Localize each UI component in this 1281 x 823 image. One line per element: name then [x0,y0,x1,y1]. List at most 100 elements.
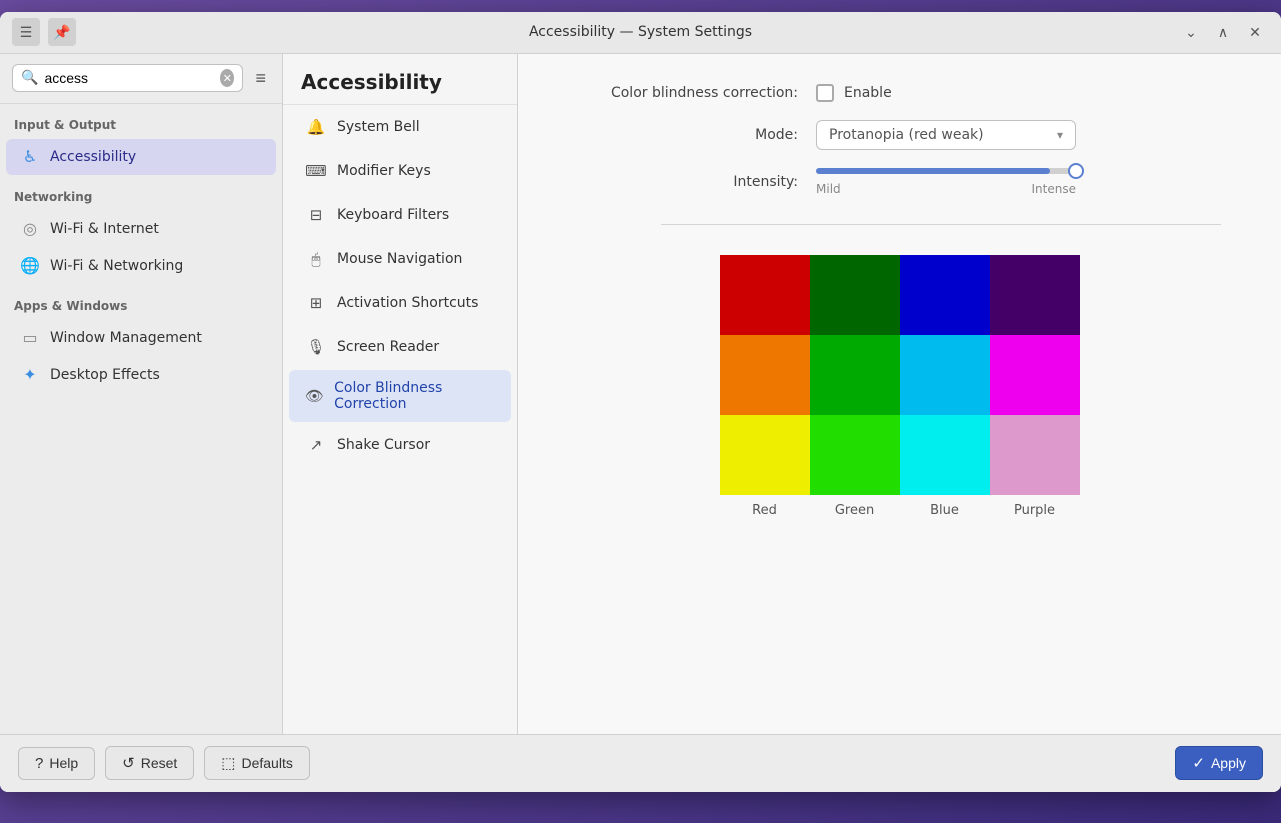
color-cell-red-light [720,415,810,495]
minimize-button[interactable]: ⌄ [1177,18,1205,46]
titlebar: ☰ 📌 Accessibility — System Settings ⌄ ∧ … [0,12,1281,54]
intensity-row: Intensity: Mild Intense [578,168,1221,196]
mid-item-label-shake-cursor: Shake Cursor [337,437,430,453]
color-label-row: Red Green Blue Purple [720,503,1080,518]
modifier-keys-icon: ⌨ [305,160,327,182]
left-panel: 🔍 ✕ ≡ Input & Output ♿ Accessibility Net… [0,54,283,734]
sidebar-item-accessibility[interactable]: ♿ Accessibility [6,139,276,175]
desktop-effects-icon: ✦ [20,365,40,385]
sidebar-item-label-wifi-internet: Wi-Fi & Internet [50,221,159,237]
enable-text: Enable [844,85,892,101]
color-label-purple: Purple [990,503,1080,518]
color-blindness-row: Color blindness correction: Enable [578,84,1221,102]
mild-label: Mild [816,182,841,196]
section-header-input-output: Input & Output [0,104,282,138]
section-header-networking: Networking [0,176,282,210]
color-cell-blue-light [900,415,990,495]
hamburger-menu-button[interactable]: ≡ [251,64,270,93]
system-bell-icon: 🔔 [305,116,327,138]
mode-label: Mode: [578,127,798,143]
search-icon: 🔍 [21,70,38,86]
intensity-label: Intensity: [578,174,798,190]
sidebar-item-desktop-effects[interactable]: ✦ Desktop Effects [6,357,276,393]
mid-item-system-bell[interactable]: 🔔 System Bell [289,106,511,148]
mid-item-mouse-navigation[interactable]: 🖱 Mouse Navigation [289,238,511,280]
sidebar-item-wifi-internet[interactable]: ◎ Wi-Fi & Internet [6,211,276,247]
help-icon: ? [35,755,43,772]
mid-item-shake-cursor[interactable]: ↗ Shake Cursor [289,424,511,466]
enable-checkbox[interactable] [816,84,834,102]
color-cell-green-dark [810,255,900,335]
clear-search-button[interactable]: ✕ [220,69,234,87]
bottom-bar: ? Help ↺ Reset ⬚ Defaults ✓ Apply [0,734,1281,792]
search-input[interactable] [44,70,214,86]
app-menu-button[interactable]: ☰ [12,18,40,46]
reset-button[interactable]: ↺ Reset [105,746,194,780]
section-header-apps-windows: Apps & Windows [0,285,282,319]
left-section-apps-windows: Apps & Windows ▭ Window Management ✦ Des… [0,285,282,394]
close-button[interactable]: ✕ [1241,18,1269,46]
mid-item-label-system-bell: System Bell [337,119,420,135]
color-cell-green-light [810,415,900,495]
screen-reader-icon: 🎙 [305,336,327,358]
defaults-icon: ⬚ [221,754,235,772]
wifi-internet-icon: ◎ [20,219,40,239]
help-button[interactable]: ? Help [18,747,95,780]
color-cell-red-dark [720,255,810,335]
defaults-button[interactable]: ⬚ Defaults [204,746,310,780]
titlebar-left-controls: ☰ 📌 [12,18,76,46]
maximize-button[interactable]: ∧ [1209,18,1237,46]
intensity-slider-thumb[interactable] [1068,163,1084,179]
content-area: 🔍 ✕ ≡ Input & Output ♿ Accessibility Net… [0,54,1281,734]
mode-dropdown-value: Protanopia (red weak) [829,127,984,143]
reset-icon: ↺ [122,754,135,772]
color-blindness-correction-label: Color blindness correction: [578,85,798,101]
main-content: Color blindness correction: Enable Mode:… [518,54,1281,734]
main-window: ☰ 📌 Accessibility — System Settings ⌄ ∧ … [0,12,1281,792]
mode-row: Mode: Protanopia (red weak) ▾ [578,120,1221,150]
color-cell-green-mid [810,335,900,415]
apply-label: Apply [1211,755,1246,771]
intense-label: Intense [1032,182,1076,196]
wifi-networking-icon: 🌐 [20,256,40,276]
left-section-networking: Networking ◎ Wi-Fi & Internet 🌐 Wi-Fi & … [0,176,282,285]
mid-item-label-color-blindness: Color Blindness Correction [334,380,495,412]
window-management-icon: ▭ [20,328,40,348]
sidebar-item-label-window-management: Window Management [50,330,202,346]
apply-button[interactable]: ✓ Apply [1175,746,1263,780]
slider-labels: Mild Intense [816,182,1076,196]
mid-item-modifier-keys[interactable]: ⌨ Modifier Keys [289,150,511,192]
color-label-red: Red [720,503,810,518]
search-input-wrap[interactable]: 🔍 ✕ [12,64,243,92]
mid-panel-header: Accessibility [283,54,517,105]
keyboard-filters-icon: ⊟ [305,204,327,226]
mode-dropdown[interactable]: Protanopia (red weak) ▾ [816,120,1076,150]
color-label-blue: Blue [900,503,990,518]
intensity-slider-wrap: Mild Intense [816,168,1076,196]
intensity-slider-track[interactable] [816,168,1076,174]
apply-icon: ✓ [1192,754,1205,772]
mid-item-color-blindness-correction[interactable]: 👁 Color Blindness Correction [289,370,511,422]
sidebar-item-label-accessibility: Accessibility [50,149,136,165]
pin-button[interactable]: 📌 [48,18,76,46]
mid-item-keyboard-filters[interactable]: ⊟ Keyboard Filters [289,194,511,236]
sidebar-item-label-wifi-networking: Wi-Fi & Networking [50,258,183,274]
accessibility-icon: ♿ [20,147,40,167]
color-grid-wrapper: Red Green Blue Purple [578,255,1221,518]
mid-item-label-keyboard-filters: Keyboard Filters [337,207,449,223]
reset-label: Reset [141,755,178,771]
window-title: Accessibility — System Settings [529,24,752,40]
color-cell-purple-light [990,415,1080,495]
color-cell-blue-mid [900,335,990,415]
mid-item-screen-reader[interactable]: 🎙 Screen Reader [289,326,511,368]
titlebar-right-controls: ⌄ ∧ ✕ [1177,18,1269,46]
search-bar: 🔍 ✕ ≡ [0,54,282,104]
sidebar-item-window-management[interactable]: ▭ Window Management [6,320,276,356]
sidebar-item-wifi-networking[interactable]: 🌐 Wi-Fi & Networking [6,248,276,284]
color-cell-red-mid [720,335,810,415]
mid-item-label-screen-reader: Screen Reader [337,339,439,355]
left-section-input-output: Input & Output ♿ Accessibility [0,104,282,176]
enable-control: Enable [816,84,892,102]
mid-item-activation-shortcuts[interactable]: ⊞ Activation Shortcuts [289,282,511,324]
defaults-label: Defaults [241,755,292,771]
